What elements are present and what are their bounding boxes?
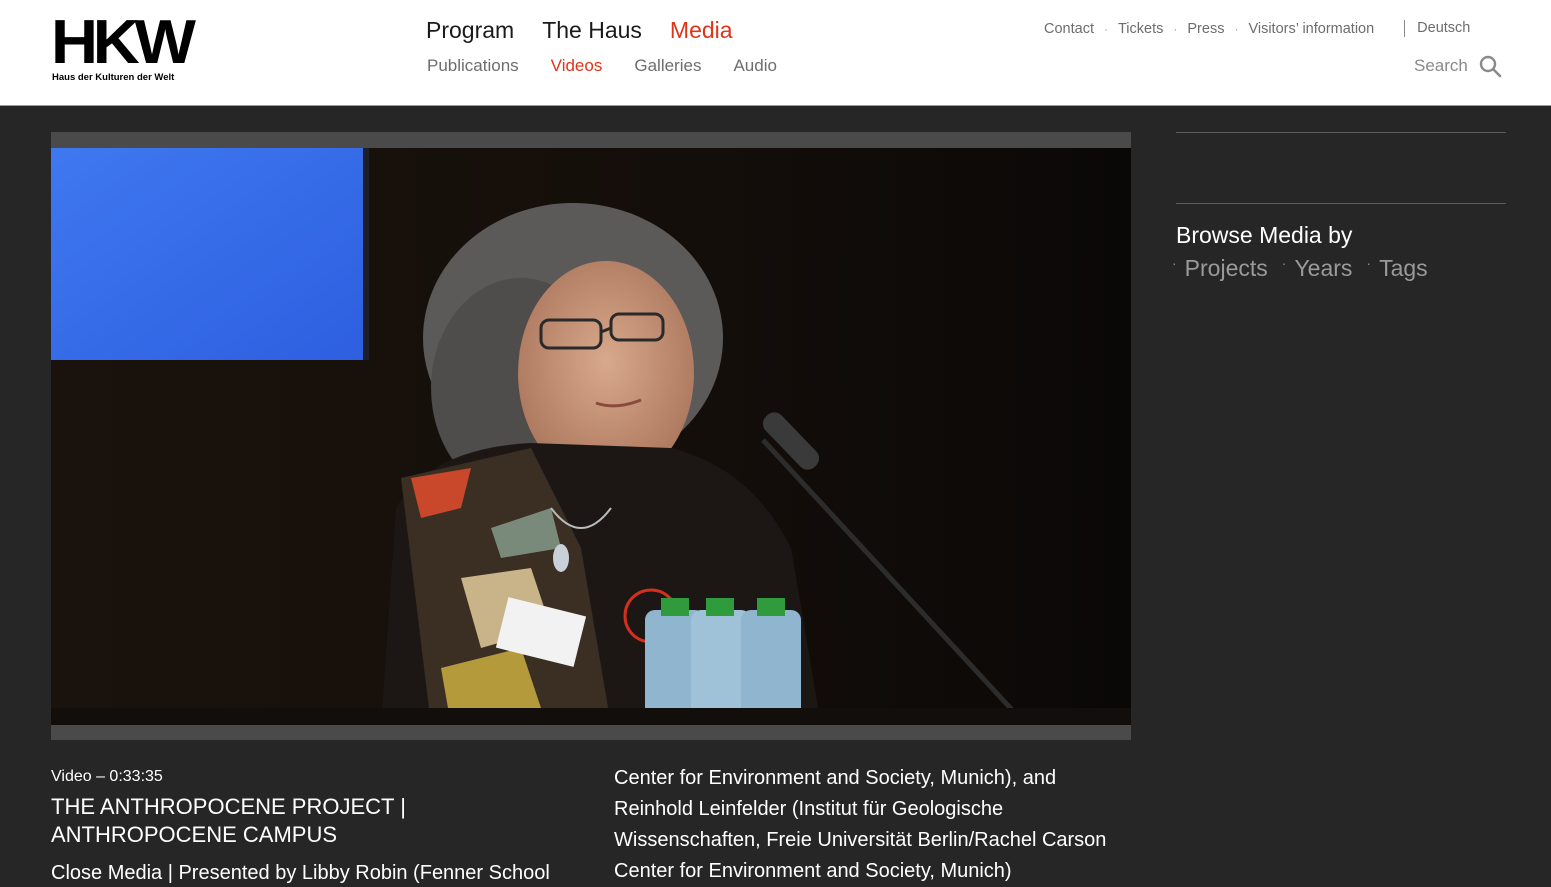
main-nav: Program The Haus Media [426,17,733,44]
separator: · [1103,21,1108,36]
sub-nav-publications[interactable]: Publications [427,56,519,76]
video-description: Center for Environment and Society, Muni… [614,767,1107,882]
bullet: · [1366,254,1372,271]
bullet: · [1281,254,1287,271]
utility-nav: Contact · Tickets · Press · Visitors’ in… [1044,20,1470,37]
browse-years-link[interactable]: Years [1294,255,1352,282]
logo-wordmark: HKW [51,8,196,77]
browse-tags-link[interactable]: Tags [1379,255,1428,282]
press-link[interactable]: Press [1187,21,1224,37]
video-frame-image [51,148,1131,725]
main-nav-program[interactable]: Program [426,17,514,44]
search-button[interactable]: Search [1414,54,1502,78]
main-nav-the-haus[interactable]: The Haus [542,17,642,44]
video-player[interactable] [51,132,1131,740]
tickets-link[interactable]: Tickets [1118,21,1163,37]
sub-nav: Publications Videos Galleries Audio [427,56,777,76]
sub-nav-galleries[interactable]: Galleries [634,56,701,76]
video-meta: Video – 0:33:35 [51,768,163,785]
language-switch-deutsch[interactable]: Deutsch [1404,20,1470,37]
separator: · [1173,21,1178,36]
site-header: HKW Haus der Kulturen der Welt Program T… [0,0,1551,106]
contact-link[interactable]: Contact [1044,21,1094,37]
video-title: THE ANTHROPOCENE PROJECT | ANTHROPOCENE … [51,794,406,847]
sidebar-divider [1176,203,1506,204]
main-nav-media[interactable]: Media [670,17,733,44]
video-still[interactable] [51,148,1131,725]
browse-projects-link[interactable]: Projects [1185,255,1268,282]
browse-media-links: · Projects · Years · Tags [1172,255,1442,282]
video-subtitle: Close Media | Presented by Libby Robin (… [51,862,550,884]
logo-subtitle: Haus der Kulturen der Welt [52,72,175,83]
bullet: · [1172,254,1177,271]
browse-media-heading: Browse Media by [1176,222,1353,248]
search-icon [1479,55,1502,78]
sub-nav-audio[interactable]: Audio [733,56,776,76]
search-label: Search [1414,56,1468,75]
separator: · [1234,21,1239,36]
sidebar-divider [1176,132,1506,133]
sub-nav-videos[interactable]: Videos [551,56,603,76]
hkw-logo[interactable]: HKW Haus der Kulturen der Welt [51,12,201,86]
visitors-information-link[interactable]: Visitors’ information [1248,21,1374,37]
